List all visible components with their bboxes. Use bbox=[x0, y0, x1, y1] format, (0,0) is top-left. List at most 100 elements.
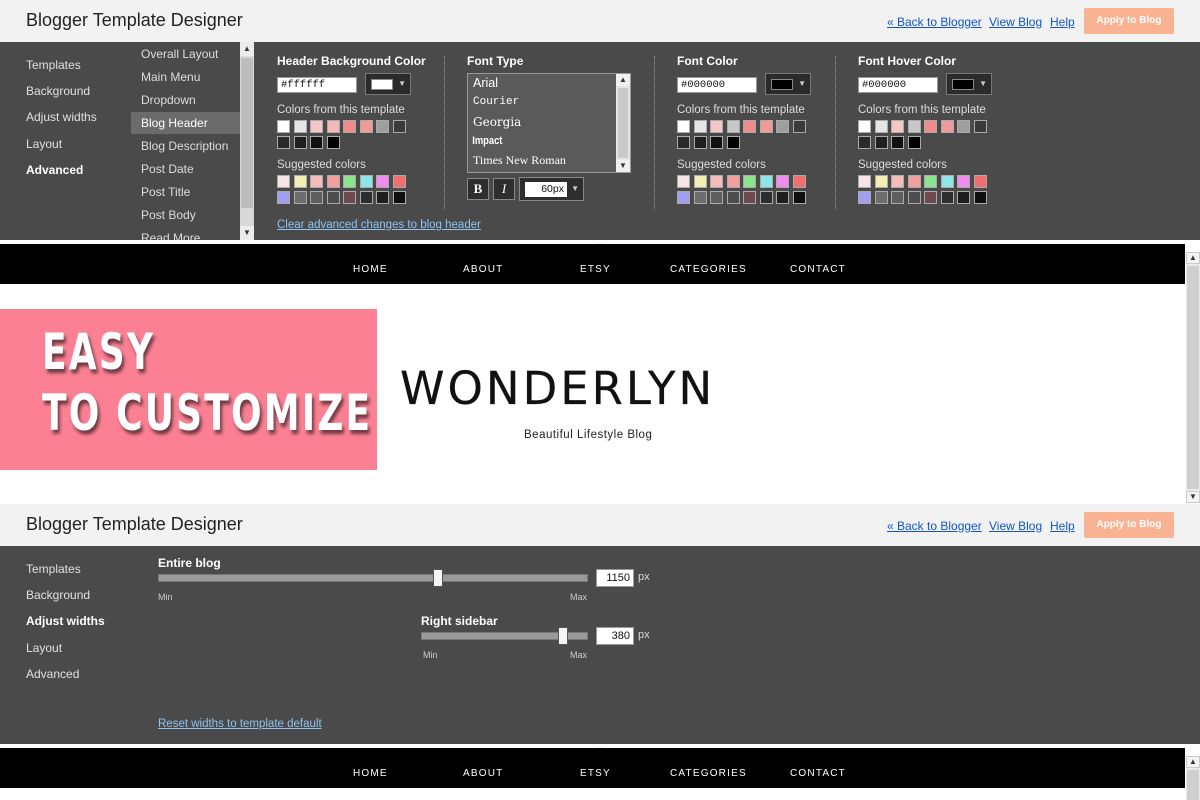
font-color-picker[interactable]: ▼ bbox=[765, 73, 811, 95]
color-swatch[interactable] bbox=[891, 191, 904, 204]
color-swatch[interactable] bbox=[710, 191, 723, 204]
font-hover-color-picker[interactable]: ▼ bbox=[946, 73, 992, 95]
color-swatch[interactable] bbox=[776, 175, 789, 188]
font-option-arial[interactable]: Arial bbox=[468, 76, 616, 90]
entire-blog-slider-track[interactable] bbox=[158, 574, 588, 582]
color-swatch[interactable] bbox=[376, 120, 389, 133]
color-swatch[interactable] bbox=[957, 191, 970, 204]
help-link[interactable]: Help bbox=[1050, 519, 1075, 533]
color-swatch[interactable] bbox=[677, 175, 690, 188]
entire-blog-width-input[interactable]: 1150 bbox=[596, 569, 634, 587]
color-swatch[interactable] bbox=[693, 191, 707, 204]
color-swatch[interactable] bbox=[293, 136, 307, 149]
menu-link-about[interactable]: ABOUT bbox=[463, 264, 503, 275]
font-color-hex-input[interactable]: #000000 bbox=[677, 77, 757, 93]
color-swatch[interactable] bbox=[343, 175, 356, 188]
view-blog-link[interactable]: View Blog bbox=[989, 519, 1042, 533]
color-swatch[interactable] bbox=[924, 175, 937, 188]
color-swatch[interactable] bbox=[759, 175, 773, 188]
color-swatch[interactable] bbox=[957, 175, 970, 188]
color-swatch[interactable] bbox=[376, 175, 389, 188]
subnav-item-main-menu[interactable]: Main Menu bbox=[131, 66, 241, 88]
color-swatch[interactable] bbox=[277, 175, 290, 188]
color-swatch[interactable] bbox=[359, 120, 373, 133]
color-swatch[interactable] bbox=[326, 191, 340, 204]
back-to-blogger-link[interactable]: « Back to Blogger bbox=[887, 519, 982, 533]
menu-link-contact[interactable]: CONTACT bbox=[790, 264, 846, 275]
font-option-times-new-roman[interactable]: Times New Roman bbox=[468, 153, 616, 168]
menu-link-home[interactable]: HOME bbox=[353, 264, 388, 275]
color-swatch[interactable] bbox=[726, 120, 740, 133]
menu-link-etsy[interactable]: ETSY bbox=[580, 768, 611, 779]
color-swatch[interactable] bbox=[776, 191, 789, 204]
color-swatch[interactable] bbox=[310, 191, 323, 204]
color-swatch[interactable] bbox=[677, 136, 690, 149]
subnav-item-overall-layout[interactable]: Overall Layout bbox=[131, 43, 241, 65]
nav-item-advanced[interactable]: Advanced bbox=[26, 163, 83, 177]
color-swatch[interactable] bbox=[293, 191, 307, 204]
view-blog-link[interactable]: View Blog bbox=[989, 15, 1042, 29]
apply-to-blog-button[interactable]: Apply to Blog bbox=[1084, 512, 1174, 538]
color-swatch[interactable] bbox=[940, 191, 954, 204]
subnav-item-dropdown[interactable]: Dropdown bbox=[131, 89, 241, 111]
color-swatch[interactable] bbox=[957, 120, 970, 133]
color-swatch[interactable] bbox=[677, 120, 690, 133]
font-option-courier[interactable]: Courier bbox=[468, 96, 616, 108]
color-swatch[interactable] bbox=[973, 175, 987, 188]
color-swatch[interactable] bbox=[858, 191, 871, 204]
menu-link-about[interactable]: ABOUT bbox=[463, 768, 503, 779]
color-swatch[interactable] bbox=[293, 175, 307, 188]
color-swatch[interactable] bbox=[326, 175, 340, 188]
color-swatch[interactable] bbox=[743, 175, 756, 188]
color-swatch[interactable] bbox=[776, 120, 789, 133]
blog-title[interactable]: WONDERLYN bbox=[400, 362, 715, 415]
preview-scrollbar-2[interactable]: ▲ bbox=[1186, 756, 1200, 800]
nav-item-advanced[interactable]: Advanced bbox=[26, 667, 79, 681]
font-option-georgia[interactable]: Georgia bbox=[468, 115, 616, 129]
scroll-up-icon[interactable]: ▲ bbox=[1186, 252, 1200, 264]
back-to-blogger-link[interactable]: « Back to Blogger bbox=[887, 15, 982, 29]
color-swatch[interactable] bbox=[858, 136, 871, 149]
font-list-scrollbar[interactable]: ▲ ▼ bbox=[616, 74, 630, 172]
subnav-item-post-date[interactable]: Post Date bbox=[131, 158, 241, 180]
apply-to-blog-button[interactable]: Apply to Blog bbox=[1084, 8, 1174, 34]
color-swatch[interactable] bbox=[310, 136, 323, 149]
color-swatch[interactable] bbox=[907, 120, 921, 133]
color-swatch[interactable] bbox=[940, 175, 954, 188]
color-swatch[interactable] bbox=[277, 120, 290, 133]
help-link[interactable]: Help bbox=[1050, 15, 1075, 29]
color-swatch[interactable] bbox=[874, 191, 888, 204]
nav-item-adjust-widths[interactable]: Adjust widths bbox=[26, 614, 105, 628]
color-swatch[interactable] bbox=[858, 120, 871, 133]
color-swatch[interactable] bbox=[310, 175, 323, 188]
color-swatch[interactable] bbox=[293, 120, 307, 133]
subnav-item-post-body[interactable]: Post Body bbox=[131, 204, 241, 226]
menu-link-contact[interactable]: CONTACT bbox=[790, 768, 846, 779]
color-swatch[interactable] bbox=[924, 191, 937, 204]
color-swatch[interactable] bbox=[874, 136, 888, 149]
color-swatch[interactable] bbox=[792, 120, 806, 133]
color-swatch[interactable] bbox=[940, 120, 954, 133]
font-type-list[interactable]: Arial Courier Georgia Impact Times New R… bbox=[467, 73, 631, 173]
color-swatch[interactable] bbox=[326, 120, 340, 133]
nav-item-templates[interactable]: Templates bbox=[26, 58, 81, 72]
scroll-down-icon[interactable]: ▼ bbox=[1186, 491, 1200, 503]
color-swatch[interactable] bbox=[907, 191, 921, 204]
color-swatch[interactable] bbox=[343, 120, 356, 133]
nav-item-layout[interactable]: Layout bbox=[26, 137, 62, 151]
color-swatch[interactable] bbox=[710, 120, 723, 133]
entire-blog-slider-handle[interactable] bbox=[432, 569, 443, 587]
color-swatch[interactable] bbox=[973, 191, 987, 204]
color-swatch[interactable] bbox=[359, 175, 373, 188]
color-swatch[interactable] bbox=[726, 175, 740, 188]
color-swatch[interactable] bbox=[792, 191, 806, 204]
color-swatch[interactable] bbox=[792, 175, 806, 188]
scrollbar-thumb[interactable] bbox=[1187, 266, 1199, 489]
color-swatch[interactable] bbox=[677, 191, 690, 204]
color-swatch[interactable] bbox=[326, 136, 340, 149]
nav-item-adjust-widths[interactable]: Adjust widths bbox=[26, 110, 97, 124]
nav-item-background[interactable]: Background bbox=[26, 588, 90, 602]
scrollbar-thumb[interactable] bbox=[618, 88, 628, 158]
subnav-scrollbar[interactable]: ▲ ▼ bbox=[240, 42, 254, 240]
color-swatch[interactable] bbox=[726, 191, 740, 204]
